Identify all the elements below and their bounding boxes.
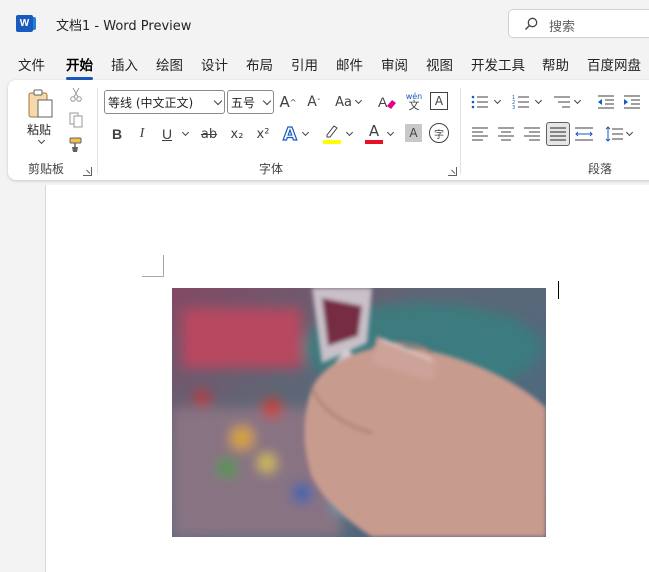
tab-help[interactable]: 帮助 [542,54,569,74]
svg-text:3: 3 [512,105,515,110]
font-group-label: 字体 [259,162,284,176]
paragraph-group-label: 段落 [588,162,613,176]
grow-font-icon[interactable]: A ^ [278,91,298,113]
clear-formatting-icon[interactable]: A [377,91,397,113]
clipboard-group-label: 剪贴板 [28,162,65,176]
text-cursor [558,281,559,299]
format-painter-icon[interactable] [67,136,85,154]
paste-dropdown-icon[interactable] [37,136,46,145]
search-box[interactable]: 搜索 [508,9,649,38]
tab-draw[interactable]: 绘图 [156,54,183,74]
title-bar: W 文档1 - Word Preview 搜索 [0,0,649,46]
increase-indent-icon[interactable] [622,92,642,112]
tab-mailings[interactable]: 邮件 [336,54,363,74]
tab-design[interactable]: 设计 [201,54,228,74]
margin-corner-mark [142,255,164,277]
font-name-select[interactable]: 等线 (中文正文) [104,90,225,114]
ribbon: 粘贴 剪贴板 等线 (中文正文) 五号 A ^ Aˇ Aa A wén 文 A B … [8,80,649,180]
bold-button[interactable]: B [108,123,126,145]
superscript-button[interactable]: x² [253,123,273,145]
text-effects-icon[interactable]: A [280,122,300,146]
window-title: 文档1 - Word Preview [56,19,192,34]
separator [97,88,98,174]
tab-home[interactable]: 开始 [66,54,93,80]
copy-icon[interactable] [67,111,85,129]
tab-file[interactable]: 文件 [18,54,45,74]
italic-button[interactable]: I [133,123,151,145]
highlight-color-icon[interactable] [322,123,342,145]
font-launcher-icon[interactable] [448,167,457,176]
inserted-image[interactable] [172,288,546,537]
align-center-icon[interactable] [496,124,516,144]
numbering-icon[interactable]: 123 [511,92,531,112]
enclose-characters-icon[interactable]: 字 [429,123,449,143]
font-size-value: 五号 [231,96,256,110]
distributed-align-icon[interactable] [574,124,594,144]
justify-button[interactable] [546,122,570,146]
paste-icon[interactable] [24,86,56,120]
highlight-dropdown-icon[interactable] [345,128,354,137]
align-left-icon[interactable] [470,124,490,144]
font-color-icon[interactable]: A [364,121,384,145]
cut-icon[interactable] [67,86,85,104]
font-name-value: 等线 (中文正文) [108,96,194,110]
line-spacing-dropdown-icon[interactable] [625,128,634,137]
tab-view[interactable]: 视图 [426,54,453,74]
font-size-select[interactable]: 五号 [227,90,274,114]
word-logo-icon: W [16,15,36,32]
underline-button[interactable]: U [158,123,176,145]
multilevel-list-icon[interactable] [552,92,572,112]
search-icon [525,17,538,30]
character-border-icon[interactable]: A [430,92,448,110]
shrink-font-icon[interactable]: Aˇ [304,91,324,113]
multilevel-dropdown-icon[interactable] [573,96,582,105]
separator [460,88,461,174]
tab-references[interactable]: 引用 [291,54,318,74]
tab-developer[interactable]: 开发工具 [471,54,525,74]
tab-layout[interactable]: 布局 [246,54,273,74]
font-color-dropdown-icon[interactable] [386,128,395,137]
subscript-button[interactable]: x₂ [227,123,247,145]
clipboard-launcher-icon[interactable] [83,167,92,176]
align-right-icon[interactable] [522,124,542,144]
search-placeholder: 搜索 [549,20,576,35]
tab-insert[interactable]: 插入 [111,54,138,74]
svg-text:A: A [378,94,388,110]
paste-label[interactable]: 粘贴 [27,121,51,138]
ribbon-tabs: 文件 开始 插入 绘图 设计 布局 引用 邮件 审阅 视图 开发工具 帮助 百度… [0,50,649,80]
phonetic-guide-icon[interactable]: wén 文 [403,89,425,113]
bullets-icon[interactable] [470,92,490,112]
decrease-indent-icon[interactable] [596,92,616,112]
tab-review[interactable]: 审阅 [381,54,408,74]
change-case-icon[interactable]: Aa [333,91,363,113]
tab-baidu-netdisk[interactable]: 百度网盘 [587,54,641,74]
underline-dropdown-icon[interactable] [181,128,190,137]
strikethrough-button[interactable]: ab [198,123,220,145]
character-shading-icon[interactable]: A [405,124,422,142]
bullets-dropdown-icon[interactable] [493,96,502,105]
text-effects-dropdown-icon[interactable] [301,128,310,137]
numbering-dropdown-icon[interactable] [534,96,543,105]
line-spacing-icon[interactable] [604,124,624,144]
paint-photo-image [172,288,546,537]
